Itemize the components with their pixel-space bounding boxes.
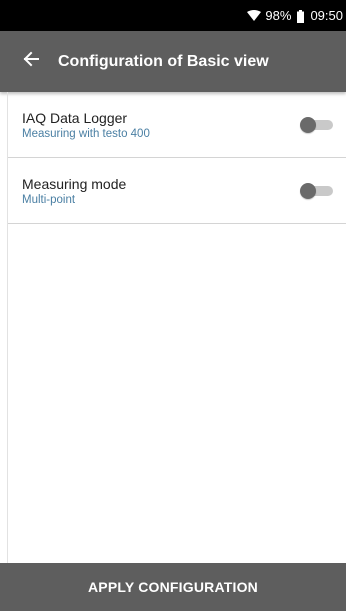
status-bar: 98% 09:50 xyxy=(0,0,346,31)
apply-configuration-button[interactable]: APPLY CONFIGURATION xyxy=(0,563,346,611)
measuring-mode-toggle[interactable] xyxy=(300,183,333,199)
clock: 09:50 xyxy=(310,8,343,23)
setting-subtitle: Measuring with testo 400 xyxy=(22,128,150,140)
arrow-left-icon xyxy=(23,51,39,72)
iaq-data-logger-toggle[interactable] xyxy=(300,117,333,133)
toggle-thumb xyxy=(300,183,316,199)
battery-percent: 98% xyxy=(265,8,292,23)
app-bar: Configuration of Basic view xyxy=(0,31,346,92)
page-title: Configuration of Basic view xyxy=(58,52,269,70)
battery-icon xyxy=(297,9,305,23)
setting-row-measuring-mode[interactable]: Measuring mode Multi-point xyxy=(8,158,346,224)
apply-configuration-label: APPLY CONFIGURATION xyxy=(87,579,258,595)
toggle-thumb xyxy=(300,117,316,133)
wifi-icon xyxy=(247,10,262,22)
setting-row-iaq-data-logger[interactable]: IAQ Data Logger Measuring with testo 400 xyxy=(8,92,346,158)
setting-subtitle: Multi-point xyxy=(22,194,76,206)
screen: 98% 09:50 Configuration of Basic view IA… xyxy=(0,0,346,611)
back-button[interactable] xyxy=(19,50,43,74)
setting-title: IAQ Data Logger xyxy=(22,110,128,126)
settings-list: IAQ Data Logger Measuring with testo 400… xyxy=(8,92,346,224)
status-indicators: 98% 09:50 xyxy=(247,7,343,25)
setting-title: Measuring mode xyxy=(22,176,127,192)
